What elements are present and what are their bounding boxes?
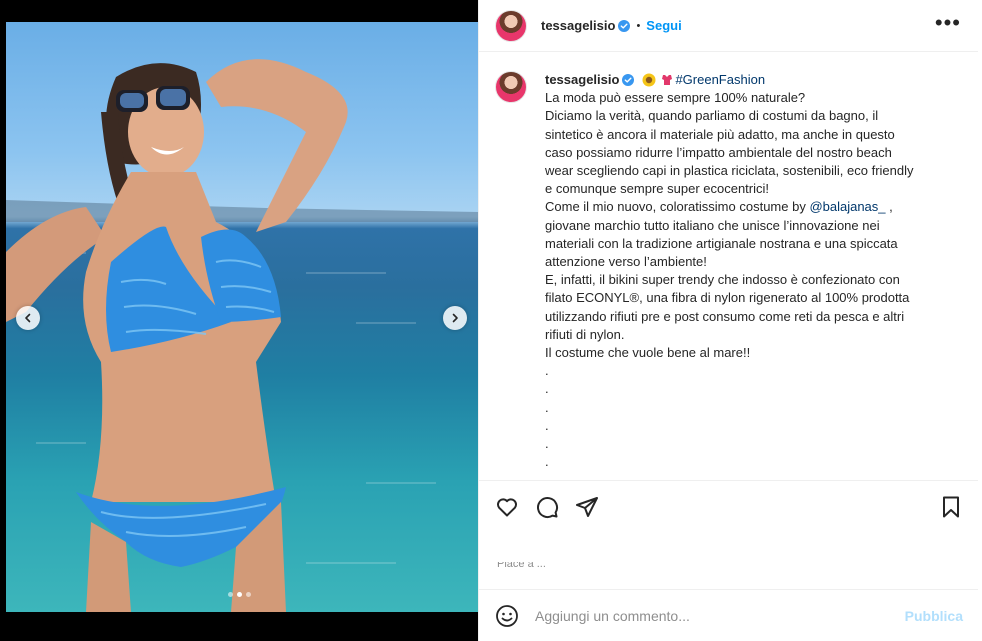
header-separator: •: [636, 19, 641, 32]
caption-text: Come il mio nuovo, coloratissimo costume…: [545, 199, 810, 215]
caption-area: tessagelisio #GreenFashion La moda può e…: [479, 53, 979, 480]
caption-text: ,: [885, 199, 893, 215]
avatar[interactable]: [495, 9, 527, 42]
bookmark-icon[interactable]: [939, 495, 963, 519]
caption-mention[interactable]: @balajanas_: [809, 199, 885, 214]
caption-line: .: [545, 363, 549, 379]
post-header: tessagelisio • Segui •••: [479, 0, 979, 52]
heart-icon[interactable]: [495, 495, 519, 519]
caption-header: tessagelisio #GreenFashion: [545, 71, 945, 89]
post-photo[interactable]: [6, 22, 478, 612]
verified-badge-icon: [618, 19, 631, 32]
caption-line: E, infatti, il bikini super trendy che i…: [545, 272, 900, 288]
header-username[interactable]: tessagelisio: [541, 18, 615, 33]
caption-line: e comunque sempre super ecocentrici!: [545, 181, 770, 197]
caption-avatar[interactable]: [495, 71, 527, 103]
swimsuit-emoji-icon: [662, 75, 673, 86]
caption-line: .: [545, 381, 549, 397]
caption-line: Il costume che vuole bene al mare!!: [545, 345, 751, 361]
carousel-next-button[interactable]: [443, 306, 467, 330]
carousel-indicator: [228, 592, 251, 597]
emoji-picker-icon[interactable]: [495, 604, 519, 628]
photo-illustration: [6, 59, 478, 612]
caption-line: Diciamo la verità, quando parliamo di co…: [545, 108, 879, 124]
caption-line: La moda può essere sempre 100% naturale?: [545, 90, 806, 106]
chevron-left-icon: [25, 313, 31, 323]
caption-line: wear scegliendo capi in plastica ricicla…: [545, 163, 914, 179]
caption-line: rifiuti di nylon.: [545, 326, 625, 342]
caption-line: caso possiamo ridurre l’impatto ambienta…: [545, 144, 892, 160]
post-media-panel: [0, 0, 478, 641]
window-edge: [978, 0, 982, 641]
comment-input[interactable]: [535, 607, 875, 624]
caption-line: utilizzando rifiuti pre e post consumo c…: [545, 308, 905, 324]
follow-button[interactable]: Segui: [646, 18, 681, 33]
verified-badge-icon: [622, 74, 635, 87]
send-icon[interactable]: [575, 495, 599, 519]
caption-line: Come il mio nuovo, coloratissimo costume…: [545, 198, 945, 216]
sunflower-emoji-icon: [642, 73, 656, 87]
post-sidebar: tessagelisio • Segui ••• tessagelisio #G…: [478, 0, 979, 641]
carousel-dot-active: [237, 592, 242, 597]
caption-line: .: [545, 417, 549, 433]
caption-line: materiali con la tradizione artigianale …: [545, 235, 898, 251]
caption-line: .: [545, 399, 549, 415]
caption-line: .: [545, 454, 549, 470]
comment-icon[interactable]: [535, 495, 559, 519]
caption-line: filato ECONYL®, una fibra di nylon rigen…: [545, 290, 910, 306]
chevron-right-icon: [452, 313, 458, 323]
caption-line: sintetico è ancora il materiale più adat…: [545, 126, 895, 142]
caption-row: tessagelisio #GreenFashion La moda può e…: [495, 71, 963, 471]
caption-hashtag[interactable]: #GreenFashion: [675, 71, 765, 89]
caption-body: tessagelisio #GreenFashion La moda può e…: [545, 71, 945, 471]
post-actions-bar: [479, 480, 979, 532]
likes-summary[interactable]: Piace a ...: [497, 562, 546, 570]
caption-username[interactable]: tessagelisio: [545, 71, 619, 89]
carousel-prev-button[interactable]: [16, 306, 40, 330]
publish-button[interactable]: Pubblica: [905, 608, 963, 624]
caption-line: .: [545, 436, 549, 452]
comment-bar: Pubblica: [479, 589, 979, 641]
more-options-icon[interactable]: •••: [935, 12, 961, 34]
caption-line: giovane marchio tutto italiano che unisc…: [545, 217, 880, 233]
carousel-dot: [246, 592, 251, 597]
caption-line: attenzione verso l’ambiente!: [545, 254, 707, 270]
carousel-dot: [228, 592, 233, 597]
